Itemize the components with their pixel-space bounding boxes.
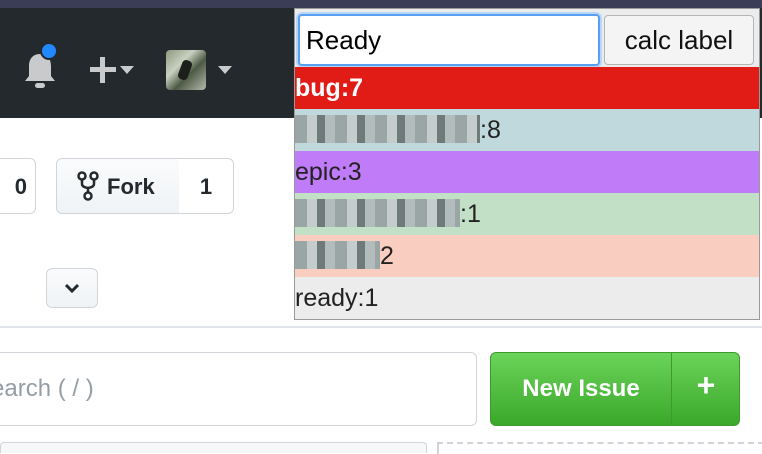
fork-counter[interactable]: 1 bbox=[179, 158, 234, 214]
chevron-down-icon bbox=[64, 283, 80, 293]
star-count: 0 bbox=[14, 174, 27, 199]
more-dropdown-button[interactable] bbox=[46, 268, 98, 308]
new-issue-label: New Issue bbox=[522, 375, 640, 402]
label-filter-input[interactable] bbox=[298, 14, 600, 66]
redacted-label-name bbox=[295, 115, 480, 144]
label-row[interactable]: 2 bbox=[295, 235, 759, 277]
notification-indicator bbox=[40, 42, 58, 60]
fork-count: 1 bbox=[199, 174, 213, 199]
label-row[interactable]: ready:1 bbox=[295, 277, 759, 319]
issues-list-header bbox=[0, 442, 427, 453]
label-calculator-popup: calc label bug:7 :8 epic:3 :1 2ready:1 bbox=[294, 8, 760, 320]
window-top-strip bbox=[0, 0, 762, 8]
chevron-down-icon bbox=[120, 66, 134, 74]
fork-icon bbox=[77, 171, 99, 201]
create-new-dropdown[interactable] bbox=[86, 54, 136, 86]
plus-icon[interactable]: + bbox=[672, 367, 740, 404]
redacted-label-name bbox=[295, 241, 380, 270]
fork-label: Fork bbox=[107, 174, 155, 199]
fork-button[interactable]: Fork bbox=[56, 158, 180, 214]
user-menu[interactable] bbox=[166, 50, 238, 92]
label-row[interactable]: bug:7 bbox=[295, 67, 759, 109]
plus-icon bbox=[90, 57, 116, 83]
search-placeholder: earch ( / ) bbox=[0, 375, 94, 402]
issue-search-input[interactable]: earch ( / ) bbox=[0, 352, 477, 426]
new-issue-button[interactable]: New Issue + bbox=[490, 352, 740, 426]
label-row[interactable]: epic:3 bbox=[295, 151, 759, 193]
label-count-text: epic:3 bbox=[295, 158, 362, 186]
calc-label-button[interactable]: calc label bbox=[604, 15, 754, 65]
label-count-text: :8 bbox=[480, 116, 501, 144]
label-count-text: 2 bbox=[380, 242, 394, 270]
label-count-text: :1 bbox=[460, 200, 481, 228]
label-count-text: bug:7 bbox=[295, 74, 364, 102]
section-divider bbox=[0, 326, 762, 328]
avatar bbox=[166, 50, 206, 90]
label-row[interactable]: :8 bbox=[295, 109, 759, 151]
star-counter[interactable]: 0 bbox=[0, 158, 36, 214]
chevron-down-icon bbox=[218, 66, 232, 74]
label-count-text: ready:1 bbox=[295, 284, 379, 312]
label-row[interactable]: :1 bbox=[295, 193, 759, 235]
dashed-panel bbox=[437, 442, 762, 454]
redacted-label-name bbox=[295, 199, 460, 228]
